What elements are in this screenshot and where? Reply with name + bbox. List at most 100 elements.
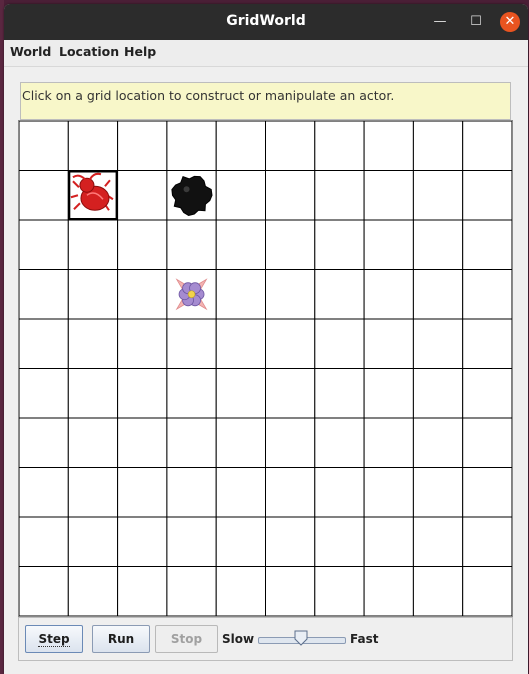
grid-cell-2-8[interactable] [412,219,464,270]
grid-cell-3-2[interactable] [117,269,168,320]
grid-cell-8-0[interactable] [19,516,69,567]
grid-cell-3-0[interactable] [19,269,69,320]
grid-cell-0-8[interactable] [412,121,464,171]
grid-cell-2-5[interactable] [265,219,316,270]
grid-cell-9-2[interactable] [117,566,168,617]
grid-cell-3-5[interactable] [265,269,316,320]
grid-cell-8-3[interactable] [166,516,217,567]
grid-cell-6-2[interactable] [117,417,168,468]
grid-cell-5-9[interactable] [462,368,512,419]
grid-cell-1-0[interactable] [19,170,69,221]
grid-cell-9-9[interactable] [462,566,512,617]
grid-cell-0-1[interactable] [67,121,119,171]
grid-cell-4-6[interactable] [314,318,365,369]
stop-button[interactable]: Stop [155,625,218,653]
grid-cell-4-4[interactable] [215,318,266,369]
speed-slider-thumb[interactable] [294,630,308,646]
grid-cell-7-6[interactable] [314,467,365,518]
grid-cell-6-9[interactable] [462,417,512,468]
grid-cell-3-1[interactable] [67,269,119,320]
grid-cell-8-6[interactable] [314,516,365,567]
grid-cell-4-5[interactable] [265,318,316,369]
grid-cell-4-8[interactable] [412,318,464,369]
grid-cell-2-7[interactable] [363,219,414,270]
close-button[interactable]: ✕ [500,12,520,32]
grid-cell-4-2[interactable] [117,318,168,369]
grid-cell-4-0[interactable] [19,318,69,369]
grid-cell-5-1[interactable] [67,368,119,419]
grid-cell-2-0[interactable] [19,219,69,270]
grid-cell-9-0[interactable] [19,566,69,617]
grid-cell-1-2[interactable] [117,170,168,221]
grid-cell-8-9[interactable] [462,516,512,567]
grid-cell-5-0[interactable] [19,368,69,419]
grid-cell-9-8[interactable] [412,566,464,617]
speed-slider[interactable] [258,630,346,650]
menu-world[interactable]: World [10,44,51,59]
grid-cell-6-5[interactable] [265,417,316,468]
grid-cell-1-4[interactable] [215,170,266,221]
maximize-button[interactable]: ☐ [466,12,486,32]
grid-panel[interactable] [18,120,513,617]
grid-cell-5-6[interactable] [314,368,365,419]
grid-cell-8-2[interactable] [117,516,168,567]
grid-cell-8-8[interactable] [412,516,464,567]
grid-cell-0-2[interactable] [117,121,168,171]
grid-cell-9-5[interactable] [265,566,316,617]
grid-cell-7-7[interactable] [363,467,414,518]
grid-cell-3-8[interactable] [412,269,464,320]
grid-cell-8-5[interactable] [265,516,316,567]
grid-cell-6-6[interactable] [314,417,365,468]
grid-cell-8-7[interactable] [363,516,414,567]
grid-cell-0-7[interactable] [363,121,414,171]
grid-cell-6-7[interactable] [363,417,414,468]
grid-cell-0-5[interactable] [265,121,316,171]
grid-cell-0-9[interactable] [462,121,512,171]
grid-cell-3-7[interactable] [363,269,414,320]
grid-cell-1-8[interactable] [412,170,464,221]
flower-icon[interactable] [175,278,208,311]
grid-cell-9-1[interactable] [67,566,119,617]
title-bar[interactable]: GridWorld — ☐ ✕ [4,4,528,40]
grid-cell-0-0[interactable] [19,121,69,171]
grid-cell-5-5[interactable] [265,368,316,419]
grid-cell-4-1[interactable] [67,318,119,369]
grid-cell-4-9[interactable] [462,318,512,369]
grid-cell-1-6[interactable] [314,170,365,221]
grid-cell-0-3[interactable] [166,121,217,171]
grid-cell-2-1[interactable] [67,219,119,270]
grid-cell-6-4[interactable] [215,417,266,468]
grid-cell-7-3[interactable] [166,467,217,518]
grid-cell-3-6[interactable] [314,269,365,320]
grid-cell-9-3[interactable] [166,566,217,617]
grid-cell-2-4[interactable] [215,219,266,270]
run-button[interactable]: Run [92,625,150,653]
grid-cell-7-0[interactable] [19,467,69,518]
grid-cell-2-2[interactable] [117,219,168,270]
grid-cell-0-6[interactable] [314,121,365,171]
grid-cell-1-5[interactable] [265,170,316,221]
grid-cell-5-2[interactable] [117,368,168,419]
grid-cell-6-8[interactable] [412,417,464,468]
grid-cell-7-9[interactable] [462,467,512,518]
minimize-button[interactable]: — [430,12,450,32]
grid-cell-5-7[interactable] [363,368,414,419]
grid-cell-2-9[interactable] [462,219,512,270]
grid-cell-1-7[interactable] [363,170,414,221]
grid-cell-9-6[interactable] [314,566,365,617]
grid-cell-3-9[interactable] [462,269,512,320]
grid-cell-3-4[interactable] [215,269,266,320]
grid-cell-9-7[interactable] [363,566,414,617]
grid-cell-0-4[interactable] [215,121,266,171]
grid-cell-6-1[interactable] [67,417,119,468]
grid-cell-5-3[interactable] [166,368,217,419]
grid-cell-9-4[interactable] [215,566,266,617]
grid-cell-7-5[interactable] [265,467,316,518]
grid-cell-6-3[interactable] [166,417,217,468]
step-button[interactable]: Step [25,625,83,653]
grid-cell-8-4[interactable] [215,516,266,567]
grid-cell-7-2[interactable] [117,467,168,518]
grid-cell-4-3[interactable] [166,318,217,369]
grid-cell-7-4[interactable] [215,467,266,518]
grid-cell-2-3[interactable] [166,219,217,270]
